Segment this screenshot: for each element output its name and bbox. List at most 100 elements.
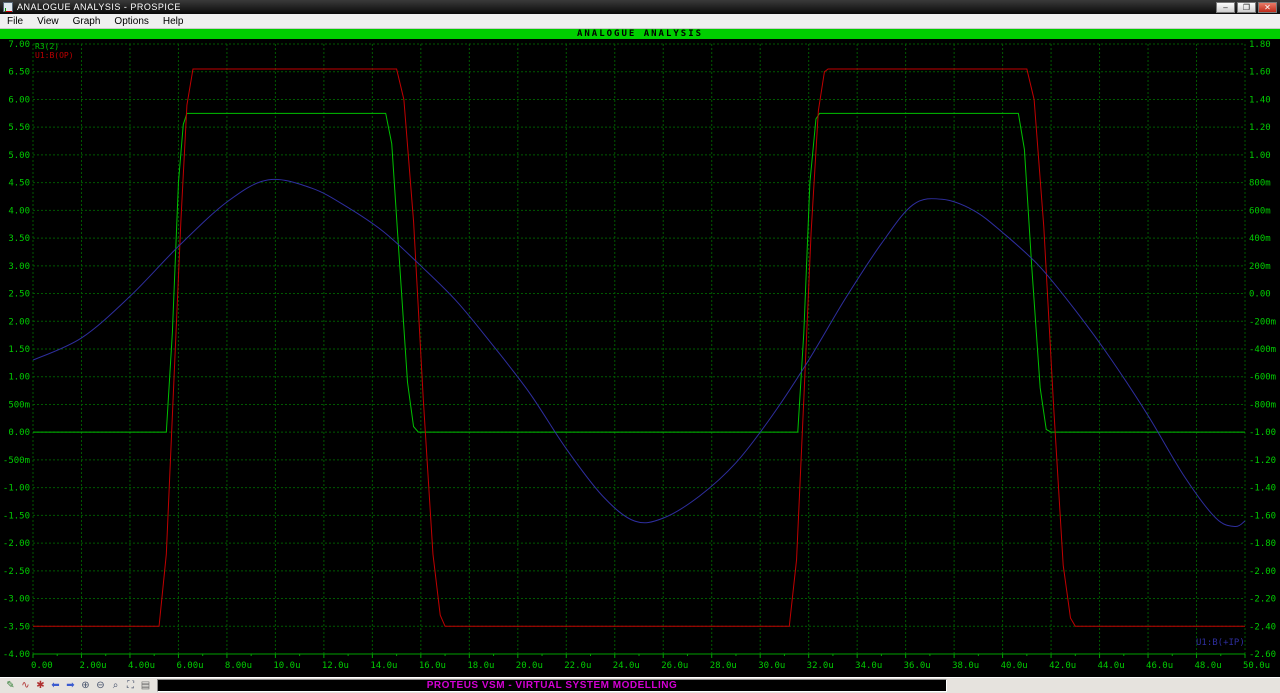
log-icon[interactable]: ▤ (138, 679, 153, 693)
zoom-all-icon[interactable]: ⌕ (108, 679, 123, 693)
y-axis-right-label: -2.60 (1249, 650, 1276, 660)
y-axis-left-label: 2.50 (8, 290, 30, 300)
menu-view[interactable]: View (30, 14, 66, 29)
x-axis-label: 48.0u (1195, 661, 1222, 671)
chart-title-bar: ANALOGUE ANALYSIS (0, 29, 1280, 39)
y-axis-right-label: -1.20 (1249, 456, 1276, 466)
maximize-button[interactable]: ❐ (1237, 1, 1256, 13)
y-axis-left-label: 2.00 (8, 317, 30, 327)
y-axis-left-label: 1.00 (8, 373, 30, 383)
zoom-area-icon[interactable]: ⛶ (123, 679, 138, 693)
trace-r3-2- (33, 112, 1245, 433)
y-axis-right-label: -1.80 (1249, 539, 1276, 549)
pan-left-icon[interactable]: ⬅ (48, 679, 63, 693)
y-axis-left-label: -500m (3, 456, 30, 466)
y-axis-right-label: 1.40 (1249, 95, 1271, 105)
x-axis-label: 26.0u (661, 661, 688, 671)
y-axis-left-label: -4.00 (3, 650, 30, 660)
y-axis-left-label: -2.50 (3, 567, 30, 577)
x-axis-label: 6.00u (176, 661, 203, 671)
menu-graph[interactable]: Graph (66, 14, 108, 29)
y-axis-left-label: -3.00 (3, 595, 30, 605)
y-axis-right-label: -400m (1249, 345, 1276, 355)
y-axis-right-label: -2.00 (1249, 567, 1276, 577)
y-axis-left-label: -3.50 (3, 622, 30, 632)
status-message-area: PROTEUS VSM - VIRTUAL SYSTEM MODELLING (157, 679, 947, 692)
menu-help[interactable]: Help (156, 14, 191, 29)
x-axis-label: 38.0u (952, 661, 979, 671)
menu-bar: File View Graph Options Help (0, 14, 1280, 29)
x-axis-label: 22.0u (564, 661, 591, 671)
y-axis-right-label: 0.00 (1249, 290, 1271, 300)
y-axis-left-label: 7.00 (8, 40, 30, 50)
status-bar: ✎ ∿ ✱ ⬅ ➡ ⊕ ⊖ ⌕ ⛶ ▤ PROTEUS VSM - VIRTUAL SYSTEM … (0, 677, 1280, 693)
y-axis-left-label: -1.50 (3, 511, 30, 521)
x-axis-label: 14.0u (370, 661, 397, 671)
x-axis-label: 42.0u (1049, 661, 1076, 671)
y-axis-left-label: -2.00 (3, 539, 30, 549)
analogue-analysis-chart[interactable]: 7.00 6.50 6.00 5.50 5.00 4.50 4.00 3.50 3.00 2.50… (0, 39, 1280, 677)
y-axis-left-label: 4.00 (8, 206, 30, 216)
x-axis-label: 18.0u (467, 661, 494, 671)
y-axis-right-label: 800m (1249, 179, 1271, 189)
y-axis-left-label: 5.50 (8, 123, 30, 133)
y-axis-right-label: 1.00 (1249, 151, 1271, 161)
y-axis-left-label: 6.00 (8, 95, 30, 105)
y-axis-left-label: 4.50 (8, 179, 30, 189)
window-title: ANALOGUE ANALYSIS - PROSPICE (17, 2, 181, 12)
x-axis-label: 8.00u (225, 661, 252, 671)
minimize-button[interactable]: – (1216, 1, 1235, 13)
trace-u1-b-ip- (32, 178, 1246, 528)
y-axis-left-label: 3.00 (8, 262, 30, 272)
x-axis-label: 16.0u (419, 661, 446, 671)
y-axis-left-label: 5.00 (8, 151, 30, 161)
y-axis-right-label: 1.80 (1249, 40, 1271, 50)
zoom-out-icon[interactable]: ⊖ (93, 679, 108, 693)
status-message: PROTEUS VSM - VIRTUAL SYSTEM MODELLING (426, 679, 678, 691)
y-axis-left-label: -1.00 (3, 484, 30, 494)
y-axis-left-label: 6.50 (8, 68, 30, 78)
y-axis-left-label: 1.50 (8, 345, 30, 355)
x-axis-label: 28.0u (710, 661, 737, 671)
simulate-graph-icon[interactable]: ✱ (33, 679, 48, 693)
y-axis-right-label: -2.20 (1249, 595, 1276, 605)
y-axis-right-label: -200m (1249, 317, 1276, 327)
y-axis-right-label: 600m (1249, 206, 1271, 216)
legend-entry: U1:B(OP) (35, 51, 74, 60)
add-trace-icon[interactable]: ∿ (18, 679, 33, 693)
y-axis-right-label: -1.40 (1249, 484, 1276, 494)
trace-label-u1b-ip: U1:B(+IP) (1196, 638, 1245, 648)
pan-right-icon[interactable]: ➡ (63, 679, 78, 693)
x-axis-label: 44.0u (1098, 661, 1125, 671)
y-axis-left-label: 0.00 (8, 428, 30, 438)
y-axis-right-label: -1.00 (1249, 428, 1276, 438)
x-axis-label: 20.0u (516, 661, 543, 671)
y-axis-right-label: 200m (1249, 262, 1271, 272)
title-bar[interactable]: ANALOGUE ANALYSIS - PROSPICE – ❐ ✕ (0, 0, 1280, 14)
app-icon (3, 2, 13, 12)
y-axis-right-label: -600m (1249, 373, 1276, 383)
y-axis-right-label: -2.40 (1249, 622, 1276, 632)
x-axis-label: 30.0u (758, 661, 785, 671)
x-axis-label: 40.0u (1001, 661, 1028, 671)
graph-toolbar: ✎ ∿ ✱ ⬅ ➡ ⊕ ⊖ ⌕ ⛶ ▤ (0, 679, 157, 693)
waveform-plot-area[interactable]: 7.00 6.50 6.00 5.50 5.00 4.50 4.00 3.50 3.00 2.50… (0, 39, 1280, 677)
y-axis-right-label: -1.60 (1249, 511, 1276, 521)
x-axis-label: 0.00 (31, 661, 53, 671)
x-axis-label: 24.0u (613, 661, 640, 671)
x-axis-label: 50.0u (1243, 661, 1270, 671)
close-button[interactable]: ✕ (1258, 1, 1277, 13)
menu-options[interactable]: Options (107, 14, 155, 29)
app-window: ANALOGUE ANALYSIS - PROSPICE – ❐ ✕ File … (0, 0, 1280, 693)
x-axis-label: 10.0u (273, 661, 300, 671)
y-axis-left-label: 3.50 (8, 234, 30, 244)
y-axis-right-label: -800m (1249, 400, 1276, 410)
menu-file[interactable]: File (0, 14, 30, 29)
y-axis-right-label: 1.20 (1249, 123, 1271, 133)
zoom-in-icon[interactable]: ⊕ (78, 679, 93, 693)
edit-graph-icon[interactable]: ✎ (3, 679, 18, 693)
y-axis-right-label: 1.60 (1249, 68, 1271, 78)
y-axis-left-label: 500m (8, 400, 30, 410)
legend-entry: R3(2) (35, 42, 59, 51)
window-controls: – ❐ ✕ (1216, 1, 1280, 13)
